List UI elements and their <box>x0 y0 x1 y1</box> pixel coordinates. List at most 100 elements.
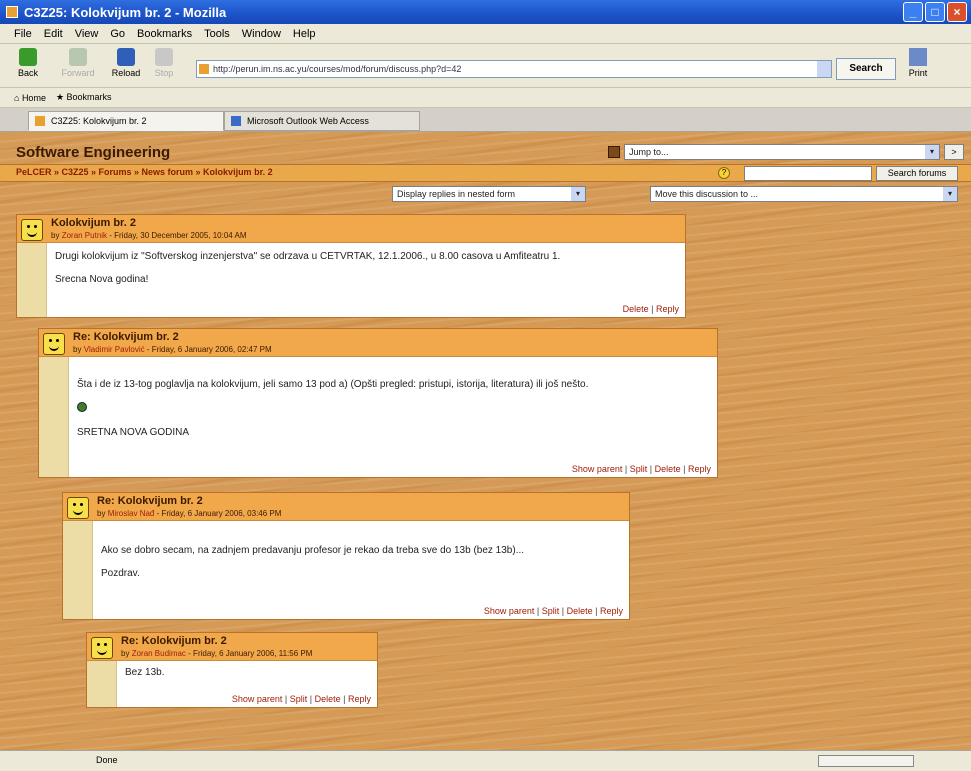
delete-link[interactable]: Delete <box>655 464 681 474</box>
post-author[interactable]: Vladimir Pavlović <box>84 345 145 354</box>
tab-kolokvijum[interactable]: C3Z25: Kolokvijum br. 2 <box>28 111 224 131</box>
home-label: Home <box>21 92 46 103</box>
split-link[interactable]: Split <box>290 694 308 704</box>
help-icon[interactable]: ? <box>718 167 730 179</box>
post-text: Šta i de iz 13-tog poglavlja na kolokvij… <box>77 379 589 390</box>
post-author[interactable]: Zoran Budimac <box>132 649 186 658</box>
url-dropdown-icon[interactable] <box>817 61 831 77</box>
stop-icon <box>155 48 173 66</box>
post-text: Srecna Nova godina! <box>55 274 149 285</box>
jump-to-select[interactable]: Jump to... ▾ <box>624 144 940 160</box>
post-author[interactable]: Zoran Putnik <box>62 231 107 240</box>
tab-label: C3Z25: Kolokvijum br. 2 <box>51 116 147 126</box>
post-text: SRETNA NOVA GODINA <box>77 427 190 438</box>
bookmarks-bookmark[interactable]: ★ Bookmarks <box>56 92 112 103</box>
user-avatar[interactable] <box>67 497 89 519</box>
post-commands: Show parent | Split | Delete | Reply <box>231 694 371 704</box>
url-bar[interactable]: http://perun.im.ns.ac.yu/courses/mod/for… <box>196 60 832 78</box>
smiley-icon <box>77 402 87 412</box>
page-content: Software Engineering Jump to... ▾ > PeLC… <box>0 132 971 750</box>
menu-file[interactable]: File <box>14 28 32 40</box>
mozilla-icon <box>6 6 18 18</box>
menu-help[interactable]: Help <box>293 28 316 40</box>
window-title-bar: C3Z25: Kolokvijum br. 2 - Mozilla _ □ × <box>0 0 971 24</box>
navigation-toolbar: Back Forward Reload Stop http://perun.im… <box>0 44 971 88</box>
forum-post: Re: Kolokvijum br. 2 by Miroslav Nađ - F… <box>62 492 630 620</box>
reload-button[interactable]: Reload <box>108 48 144 78</box>
reply-link[interactable]: Reply <box>688 464 711 474</box>
chevron-down-icon: ▾ <box>571 187 585 201</box>
forward-arrow-icon <box>69 48 87 66</box>
jump-to-control: Jump to... ▾ > <box>608 144 964 160</box>
show-parent-link[interactable]: Show parent <box>232 694 283 704</box>
menu-bar: File Edit View Go Bookmarks Tools Window… <box>0 24 971 44</box>
post-body: Ako se dobro secam, na zadnjem predavanj… <box>101 545 623 591</box>
post-author[interactable]: Miroslav Nađ <box>108 509 155 518</box>
home-bookmark[interactable]: ⌂ Home <box>14 93 46 103</box>
minimize-button[interactable]: _ <box>903 2 923 22</box>
tab-label: Microsoft Outlook Web Access <box>247 116 369 126</box>
by-label: by <box>121 649 130 658</box>
post-text: Drugi kolokvijum iz "Softverskog inzenje… <box>55 251 561 262</box>
delete-link[interactable]: Delete <box>315 694 341 704</box>
reload-icon <box>117 48 135 66</box>
post-body: Drugi kolokvijum iz "Softverskog inzenje… <box>55 251 679 297</box>
maximize-button[interactable]: □ <box>925 2 945 22</box>
forward-button[interactable]: Forward <box>60 48 96 78</box>
post-subject: Re: Kolokvijum br. 2 <box>73 331 179 343</box>
post-header: Re: Kolokvijum br. 2 by Miroslav Nađ - F… <box>63 493 629 521</box>
post-subject: Kolokvijum br. 2 <box>51 217 136 229</box>
post-subject: Re: Kolokvijum br. 2 <box>121 635 227 647</box>
user-avatar[interactable] <box>91 637 113 659</box>
close-button[interactable]: × <box>947 2 967 22</box>
site-title[interactable]: Software Engineering <box>16 144 170 161</box>
forum-post: Kolokvijum br. 2 by Zoran Putnik - Frida… <box>16 214 686 318</box>
menu-window[interactable]: Window <box>242 28 281 40</box>
menu-bookmarks[interactable]: Bookmarks <box>137 28 192 40</box>
tab-outlook[interactable]: Microsoft Outlook Web Access <box>224 111 420 131</box>
show-parent-link[interactable]: Show parent <box>572 464 623 474</box>
tab-bar: C3Z25: Kolokvijum br. 2 Microsoft Outloo… <box>0 108 971 132</box>
forum-post: Re: Kolokvijum br. 2 by Zoran Budimac - … <box>86 632 378 708</box>
user-avatar[interactable] <box>43 333 65 355</box>
post-text: Bez 13b. <box>125 667 165 678</box>
reply-link[interactable]: Reply <box>656 304 679 314</box>
post-commands: Show parent | Split | Delete | Reply <box>571 464 711 474</box>
delete-link[interactable]: Delete <box>567 606 593 616</box>
by-label: by <box>73 345 82 354</box>
move-discussion-select[interactable]: Move this discussion to ... ▾ <box>650 186 958 202</box>
search-forums-input[interactable] <box>744 166 872 181</box>
display-mode-select[interactable]: Display replies in nested form ▾ <box>392 186 586 202</box>
tab-favicon <box>35 116 45 126</box>
by-label: by <box>97 509 106 518</box>
url-text: http://perun.im.ns.ac.yu/courses/mod/for… <box>213 64 462 74</box>
reply-link[interactable]: Reply <box>600 606 623 616</box>
menu-view[interactable]: View <box>75 28 99 40</box>
post-commands: Delete | Reply <box>622 304 679 314</box>
post-byline: by Zoran Putnik - Friday, 30 December 20… <box>51 231 247 240</box>
breadcrumb[interactable]: PeLCER » C3Z25 » Forums » News forum » K… <box>16 167 273 177</box>
jump-go-button[interactable]: > <box>944 144 964 160</box>
forward-label: Forward <box>61 68 95 78</box>
forum-post: Re: Kolokvijum br. 2 by Vladimir Pavlovi… <box>38 328 718 478</box>
post-date: - Friday, 30 December 2005, 10:04 AM <box>109 231 247 240</box>
delete-link[interactable]: Delete <box>623 304 649 314</box>
stop-button[interactable]: Stop <box>146 48 182 78</box>
search-forums-button[interactable]: Search forums <box>876 166 958 181</box>
show-parent-link[interactable]: Show parent <box>484 606 535 616</box>
menu-tools[interactable]: Tools <box>204 28 230 40</box>
bookmarks-bar: ⌂ Home ★ Bookmarks <box>0 88 971 108</box>
split-link[interactable]: Split <box>630 464 648 474</box>
menu-edit[interactable]: Edit <box>44 28 63 40</box>
page-favicon <box>199 64 209 74</box>
reply-link[interactable]: Reply <box>348 694 371 704</box>
back-arrow-icon <box>19 48 37 66</box>
post-byline: by Vladimir Pavlović - Friday, 6 January… <box>73 345 272 354</box>
back-button[interactable]: Back <box>10 48 46 78</box>
split-link[interactable]: Split <box>542 606 560 616</box>
search-button[interactable]: Search <box>836 58 896 80</box>
window-title: C3Z25: Kolokvijum br. 2 - Mozilla <box>24 4 227 20</box>
print-button[interactable]: Print <box>900 48 936 78</box>
user-avatar[interactable] <box>21 219 43 241</box>
menu-go[interactable]: Go <box>110 28 125 40</box>
